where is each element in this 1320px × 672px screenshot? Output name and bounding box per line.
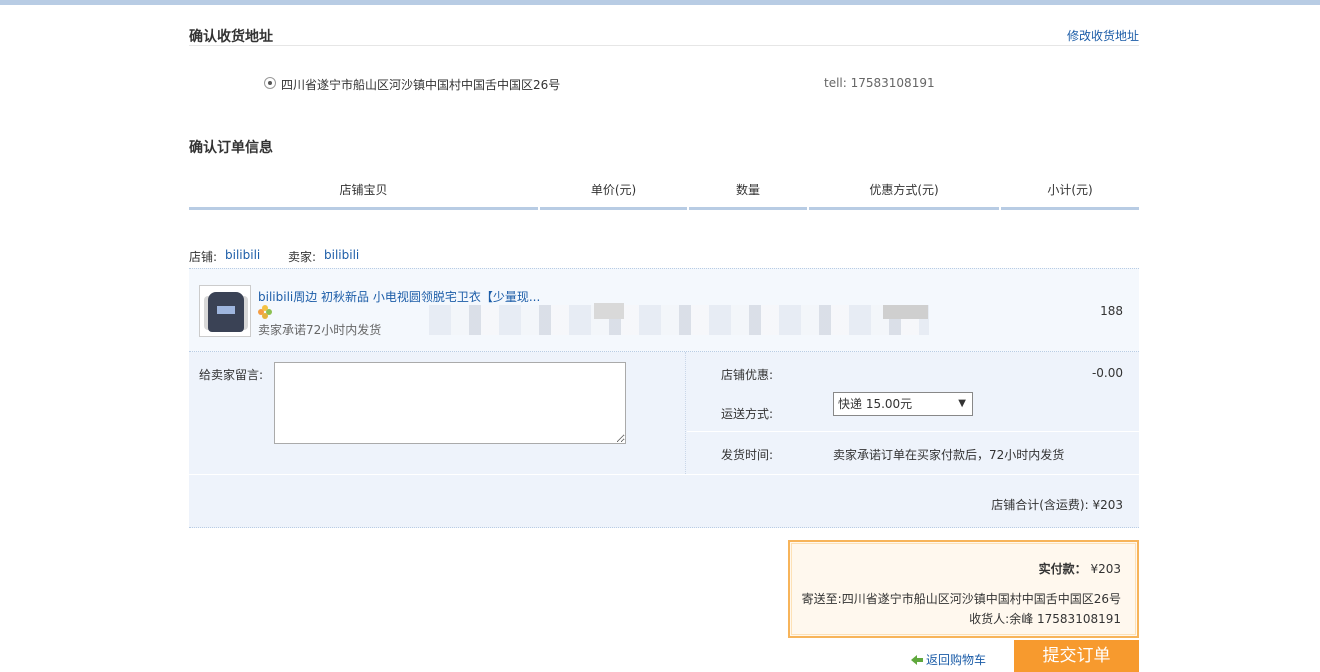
- actual-payment-label: 实付款：: [1038, 562, 1087, 576]
- seller-name-link[interactable]: bilibili: [324, 248, 359, 262]
- payment-summary: 实付款： ¥203 寄送至:四川省遂宁市船山区河沙镇中国村中国舌中国区26号 收…: [788, 540, 1139, 638]
- shop-total-row: 店铺合计(含运费): ¥203: [189, 474, 1139, 528]
- back-to-cart-label: 返回购物车: [926, 653, 987, 667]
- receiver-info: 收货人:余峰 17583108191: [969, 612, 1121, 626]
- redacted-block: [594, 303, 624, 319]
- address-section-title: 确认收货地址: [189, 29, 273, 45]
- shipping-method-select[interactable]: 快递 15.00元 ▼: [833, 392, 973, 416]
- actual-payment-value: ¥203: [1090, 562, 1121, 576]
- back-to-cart-link[interactable]: 返回购物车: [911, 651, 986, 668]
- send-time-label: 发货时间:: [721, 448, 774, 462]
- column-header-item: 店铺宝贝: [189, 178, 538, 210]
- send-time-value: 卖家承诺订单在买家付款后，72小时内发货: [833, 448, 1065, 462]
- divider: [687, 431, 1139, 432]
- message-panel: 给卖家留言:: [189, 352, 686, 474]
- shop-label: 店铺:: [189, 250, 218, 264]
- ship-to-address: 寄送至:四川省遂宁市船山区河沙镇中国村中国舌中国区26号: [801, 592, 1121, 606]
- shop-total: 店铺合计(含运费): ¥203: [991, 498, 1123, 512]
- redacted-region: [429, 305, 929, 335]
- order-item-row: bilibili周边 初秋新品 小电视圆领脱宅卫衣【少量现... 卖家承诺72小…: [189, 268, 1139, 352]
- address-option[interactable]: 四川省遂宁市船山区河沙镇中国村中国舌中国区26号 tell: 175831081…: [264, 75, 1139, 93]
- actual-payment: 实付款： ¥203: [1039, 560, 1121, 577]
- product-thumbnail[interactable]: [199, 285, 251, 337]
- seller-message-input[interactable]: [274, 362, 626, 444]
- order-table-header: 店铺宝贝 单价(元) 数量 优惠方式(元) 小计(元): [189, 178, 1139, 210]
- seller-label: 卖家:: [288, 250, 317, 264]
- badge-icon: [258, 305, 272, 319]
- back-arrow-icon: [911, 655, 923, 665]
- dropdown-arrow-icon: ▼: [958, 398, 966, 409]
- shipping-method-value: 快递 15.00元: [838, 397, 913, 411]
- column-header-subtotal: 小计(元): [1001, 178, 1139, 210]
- top-accent-bar: [0, 0, 1320, 5]
- shipping-promise: 卖家承诺72小时内发货: [258, 323, 382, 337]
- shop-discount-label: 店铺优惠:: [721, 368, 774, 382]
- column-header-price: 单价(元): [540, 178, 687, 210]
- item-subtotal: 188: [1100, 304, 1123, 318]
- column-header-discount: 优惠方式(元): [809, 178, 999, 210]
- shop-discount-value: -0.00: [1091, 366, 1123, 380]
- shipping-method-label: 运送方式:: [721, 407, 774, 421]
- shop-name-link[interactable]: bilibili: [225, 248, 260, 262]
- shipping-panel: 店铺优惠: -0.00 运送方式: 快递 15.00元 ▼ 发货时间: 卖家承诺…: [687, 352, 1139, 474]
- address-text: 四川省遂宁市船山区河沙镇中国村中国舌中国区26号: [281, 78, 561, 92]
- redacted-block: [883, 305, 928, 319]
- order-section-title: 确认订单信息: [189, 140, 273, 156]
- product-title-link[interactable]: bilibili周边 初秋新品 小电视圆领脱宅卫衣【少量现...: [258, 288, 540, 305]
- order-options: 给卖家留言: 店铺优惠: -0.00 运送方式: 快递 15.00元 ▼ 发货时…: [189, 352, 1139, 474]
- message-label: 给卖家留言:: [199, 368, 264, 382]
- phone-text: tell: 17583108191: [824, 76, 935, 90]
- edit-address-link[interactable]: 修改收货地址: [1067, 27, 1139, 44]
- column-header-quantity: 数量: [689, 178, 807, 210]
- submit-order-button[interactable]: 提交订单: [1014, 640, 1139, 672]
- divider: [189, 45, 1139, 46]
- radio-selected-icon[interactable]: [264, 77, 276, 89]
